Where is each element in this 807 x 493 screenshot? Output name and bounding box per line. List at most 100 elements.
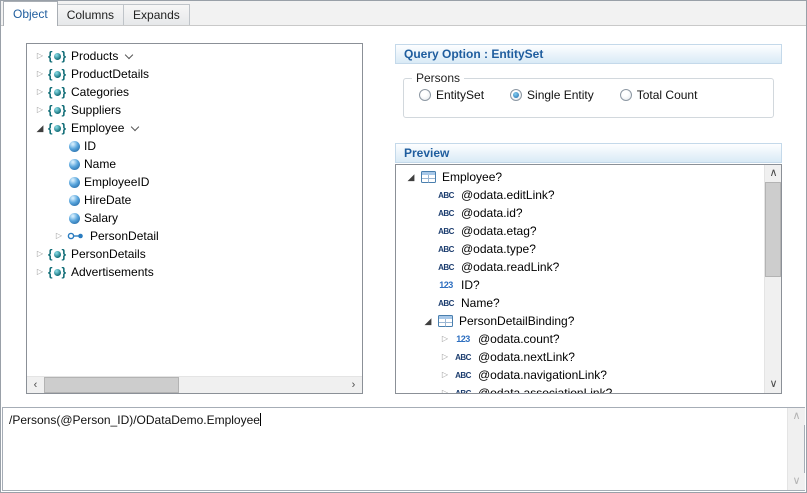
tree-item-label: Name? [461,296,500,310]
tab-object[interactable]: Object [3,1,58,26]
entity-tree-row[interactable]: ID [27,137,362,155]
tab-columns[interactable]: Columns [57,4,124,25]
preview-tree-row[interactable]: ▷ABC@odata.associationLink? [396,384,764,393]
tree-item-label: ProductDetails [71,67,149,81]
radio-dot [513,92,519,98]
tree-item-label: @odata.navigationLink? [478,368,607,382]
expanded-expander-icon[interactable]: ◢ [33,124,47,133]
tree-item-label: @odata.count? [478,332,560,346]
chevron-down-icon[interactable] [130,123,141,133]
abc-string-icon: ABC [435,227,457,236]
abc-string-icon: ABC [452,353,474,362]
entity-tree-row[interactable]: ▷{}Products [27,47,362,65]
preview-tree: ◢Employee?ABC@odata.editLink?ABC@odata.i… [396,165,764,393]
entity-set-icon: {} [47,122,67,134]
entity-set-icon: {} [47,266,67,278]
entity-tree-row[interactable]: ▷{}ProductDetails [27,65,362,83]
field-icon [69,141,80,152]
collapsed-expander-icon[interactable]: ▷ [438,335,452,343]
scroll-down-button[interactable]: ∨ [788,473,805,490]
tree-item-label: Advertisements [71,265,154,279]
entity-tree-row[interactable]: HireDate [27,191,362,209]
preview-tree-row[interactable]: ▷123@odata.count? [396,330,764,348]
preview-vertical-scrollbar[interactable]: ∧ ∨ [764,165,781,393]
preview-tree-row[interactable]: ABC@odata.type? [396,240,764,258]
query-mode-radio-group: EntitySet Single Entity Total Count [404,85,773,102]
chevron-down-icon[interactable] [124,51,135,61]
entity-tree-row[interactable]: ▷{}Suppliers [27,101,362,119]
radio-button[interactable] [419,89,431,101]
collapsed-expander-icon[interactable]: ▷ [438,389,452,393]
collapsed-expander-icon[interactable]: ▷ [438,371,452,379]
preview-tree-row[interactable]: ABC@odata.etag? [396,222,764,240]
tree-item-label: EmployeeID [84,175,149,189]
collapsed-expander-icon[interactable]: ▷ [438,353,452,361]
radio-option-single-entity[interactable]: Single Entity [510,88,594,102]
preview-tree-row[interactable]: 123ID? [396,276,764,294]
navigation-property-icon [66,231,86,241]
abc-string-icon: ABC [452,389,474,394]
scrollbar-track[interactable] [765,182,781,376]
collapsed-expander-icon[interactable]: ▷ [52,232,66,240]
entity-tree-row[interactable]: EmployeeID [27,173,362,191]
entity-tree-row[interactable]: Salary [27,209,362,227]
collapsed-expander-icon[interactable]: ▷ [33,106,47,114]
scroll-left-button[interactable]: ‹ [27,377,44,394]
collapsed-expander-icon[interactable]: ▷ [33,70,47,78]
tree-item-label: HireDate [84,193,131,207]
radio-button[interactable] [620,89,632,101]
radio-button-selected[interactable] [510,89,522,101]
collapsed-expander-icon[interactable]: ▷ [33,250,47,258]
preview-tree-row[interactable]: ABC@odata.editLink? [396,186,764,204]
scroll-down-button[interactable]: ∨ [765,376,782,393]
query-path-value[interactable]: /Persons(@Person_ID)/ODataDemo.Employee [9,413,260,427]
scroll-right-button[interactable]: › [345,377,362,394]
tree-item-label: ID? [461,278,480,292]
preview-tree-row[interactable]: ABCName? [396,294,764,312]
preview-tree-row[interactable]: ◢Employee? [396,168,764,186]
tree-item-label: Employee [71,121,124,135]
collapsed-expander-icon[interactable]: ▷ [33,268,47,276]
preview-header: Preview [395,143,782,163]
field-icon [69,213,80,224]
collapsed-expander-icon[interactable]: ▷ [33,88,47,96]
entity-tree-row[interactable]: ▷{}Categories [27,83,362,101]
scrollbar-track[interactable] [44,377,345,393]
scrollbar-thumb[interactable] [44,377,179,393]
abc-string-icon: ABC [435,209,457,218]
preview-tree-row[interactable]: ▷ABC@odata.nextLink? [396,348,764,366]
expanded-expander-icon[interactable]: ◢ [404,173,418,182]
collapsed-expander-icon[interactable]: ▷ [33,52,47,60]
scrollbar-track[interactable] [788,425,804,473]
entity-set-icon: {} [47,104,67,116]
preview-tree-row[interactable]: ABC @odata.id? [396,204,764,222]
persons-groupbox: Persons EntitySet Single Entity Total Coun… [403,71,774,118]
field-icon [69,159,80,170]
entity-tree-horizontal-scrollbar[interactable]: ‹ › [27,376,362,393]
query-path-text[interactable]: /Persons(@Person_ID)/ODataDemo.Employee [9,413,782,427]
scroll-up-button[interactable]: ∧ [788,408,805,425]
scrollbar-thumb[interactable] [765,182,781,277]
radio-label: Total Count [637,88,698,102]
radio-option-total-count[interactable]: Total Count [620,88,698,102]
entity-tree-row[interactable]: Name [27,155,362,173]
radio-option-entityset[interactable]: EntitySet [419,88,484,102]
expanded-expander-icon[interactable]: ◢ [421,317,435,326]
entity-set-icon: {} [47,50,67,62]
persons-group-label: Persons [412,71,464,85]
query-path-editor[interactable]: /Persons(@Person_ID)/ODataDemo.Employee … [2,407,805,491]
abc-string-icon: ABC [435,191,457,200]
entity-set-icon: {} [47,86,67,98]
editor-vertical-scrollbar[interactable]: ∧ ∨ [787,408,804,490]
preview-tree-row[interactable]: ◢PersonDetailBinding? [396,312,764,330]
tab-expands[interactable]: Expands [123,4,190,25]
entity-tree-row[interactable]: ▷PersonDetail [27,227,362,245]
field-icon [69,177,80,188]
entity-tree-row[interactable]: ◢{} Employee [27,119,362,137]
entity-tree-row[interactable]: ▷{} Advertisements [27,263,362,281]
scroll-up-button[interactable]: ∧ [765,165,782,182]
entity-tree-row[interactable]: ▷{}PersonDetails [27,245,362,263]
tree-item-label: @odata.id? [461,206,523,220]
preview-tree-row[interactable]: ▷ABC@odata.navigationLink? [396,366,764,384]
preview-tree-row[interactable]: ABC@odata.readLink? [396,258,764,276]
